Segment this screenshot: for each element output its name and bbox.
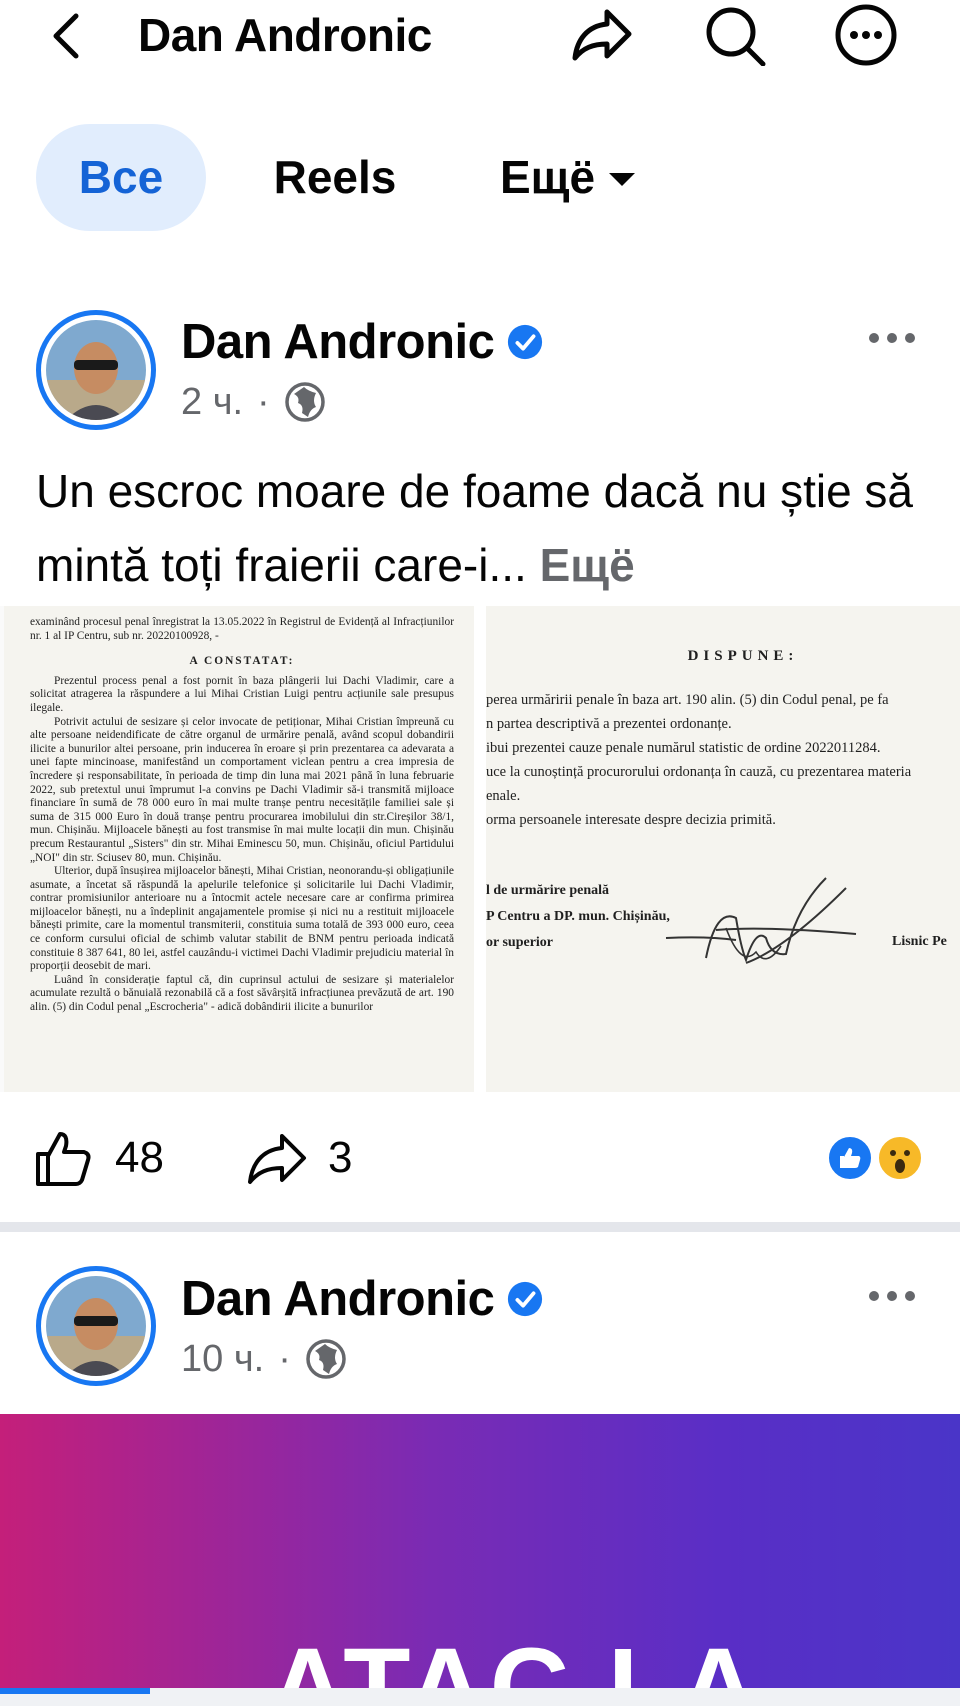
doc-line: orma persoanele interesate despre decizi… — [486, 812, 776, 828]
doc-paragraph: Potrivit actului de sesizare și celor in… — [30, 715, 454, 864]
like-reaction-icon[interactable] — [826, 1134, 874, 1182]
share-icon[interactable] — [567, 4, 635, 66]
doc-paragraph: Luând în considerație faptul că, din cup… — [30, 973, 454, 1014]
post-separator — [0, 1222, 960, 1232]
page-title: Dan Andronic — [138, 9, 432, 61]
doc-line: perea urmăririi penale în baza art. 190 … — [486, 692, 889, 708]
doc-paragraph: Prezentul process penal a fost pornit în… — [30, 674, 454, 714]
caret-down-icon — [609, 173, 636, 186]
post-author[interactable]: Dan Andronic — [181, 313, 544, 371]
author-name: Dan Andronic — [181, 1272, 495, 1326]
search-icon[interactable] — [701, 4, 769, 66]
profile-photo — [46, 320, 146, 420]
like-count[interactable]: 48 — [115, 1130, 164, 1186]
doc-paragraph: Ulterior, după însușirea mijloacelor băn… — [30, 865, 454, 973]
verified-badge-icon — [508, 324, 543, 360]
post-banner-image[interactable]: ATAC LA — [0, 1414, 960, 1706]
doc-heading: DISPUNE: — [687, 648, 799, 664]
post-meta: 2 ч. · — [181, 378, 326, 426]
doc-line: enale. — [486, 788, 521, 804]
verified-badge-icon — [508, 1281, 543, 1317]
post-body: Un escroc moare de foame dacă nu știe să… — [36, 465, 914, 591]
doc-line: ibui prezentei cauze penale numărul stat… — [486, 740, 881, 756]
tab-more[interactable]: Ещё — [500, 124, 660, 231]
tab-more-label: Ещё — [500, 151, 596, 203]
top-bar: Dan Andronic — [0, 0, 960, 70]
meta-separator: · — [278, 1338, 291, 1380]
document-image-right[interactable]: DISPUNE: perea urmăririi penale în baza … — [486, 606, 960, 1092]
image-divider — [474, 606, 486, 1092]
bottom-nav-indicator — [0, 1688, 960, 1706]
like-icon[interactable] — [32, 1128, 92, 1188]
globe-icon — [306, 1339, 346, 1379]
post-meta: 10 ч. · — [181, 1335, 347, 1383]
see-more-link[interactable]: Ещё — [540, 539, 635, 591]
doc-line: uce la cunoștință procurorului ordonanța… — [486, 764, 912, 780]
signature-block: l de urmărire penală P Centru a DP. mun.… — [486, 877, 960, 1018]
doc-heading: A CONSTATAT: — [189, 655, 295, 668]
filter-tabs: Все Reels Ещё — [0, 124, 960, 236]
globe-icon — [284, 382, 325, 422]
share-count[interactable]: 3 — [328, 1130, 352, 1186]
profile-photo — [46, 1276, 146, 1376]
post-time: 10 ч. — [181, 1338, 265, 1380]
post-text: Un escroc moare de foame dacă nu știe să… — [36, 454, 926, 602]
post-images[interactable]: examinând procesul penal înregistrat la … — [0, 606, 960, 1092]
avatar[interactable] — [36, 310, 156, 430]
doc-intro: examinând procesul penal înregistrat la … — [30, 616, 454, 642]
author-name: Dan Andronic — [181, 315, 495, 369]
share-icon[interactable] — [246, 1130, 308, 1186]
post-author[interactable]: Dan Andronic — [181, 1270, 544, 1328]
wow-reaction-icon[interactable] — [876, 1134, 924, 1182]
post-options-icon[interactable] — [862, 326, 922, 350]
tab-reels[interactable]: Reels — [255, 124, 415, 231]
active-nav-indicator — [0, 1688, 150, 1694]
handwritten-signature — [665, 877, 857, 964]
post-time: 2 ч. — [181, 381, 244, 423]
post-options-icon[interactable] — [862, 1284, 922, 1308]
back-arrow-icon[interactable] — [44, 6, 94, 66]
doc-line: n partea descriptivă a prezentei ordonan… — [486, 716, 732, 732]
more-icon[interactable] — [832, 4, 900, 66]
avatar[interactable] — [36, 1266, 156, 1386]
document-image-left[interactable]: examinând procesul penal înregistrat la … — [4, 606, 474, 1092]
reaction-bar: 48 3 — [0, 1112, 960, 1208]
tab-all[interactable]: Все — [36, 124, 206, 231]
signer-name: Lisnic Pe — [892, 934, 947, 949]
meta-separator: · — [257, 381, 270, 423]
